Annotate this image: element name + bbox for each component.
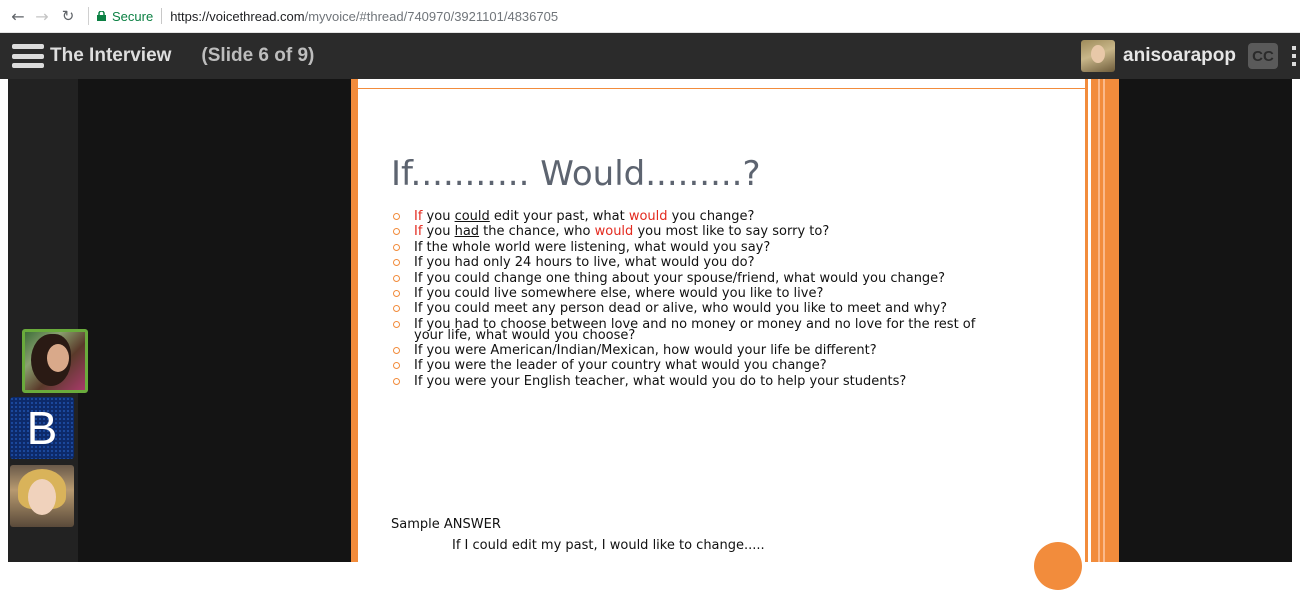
list-item: If you could live somewhere else, where … [391, 286, 1031, 301]
bullet-icon [393, 290, 400, 298]
page-edge [1292, 79, 1300, 562]
slide-left-border [351, 79, 358, 562]
bullet-icon [393, 320, 400, 328]
user-avatar[interactable] [1081, 40, 1116, 72]
app-header: The Interview (Slide 6 of 9) anisoarapop… [0, 33, 1300, 79]
question-text: If you could live somewhere else, where … [414, 286, 824, 302]
bullet-icon [393, 228, 400, 236]
list-item: If you were your English teacher, what w… [391, 374, 1031, 389]
slide-band-stripe [1098, 79, 1100, 562]
question-list: If you could edit your past, what would … [391, 209, 1031, 389]
divider [88, 7, 89, 25]
question-text: you most like to say sorry to? [633, 224, 830, 240]
question-text: the chance, who [479, 224, 595, 240]
more-vertical-icon[interactable] [1292, 46, 1296, 66]
closed-captions-button[interactable]: CC [1248, 43, 1278, 69]
list-item: If you were American/Indian/Mexican, how… [391, 343, 1031, 358]
address-bar[interactable]: https://voicethread.com/myvoice/#thread/… [170, 9, 558, 24]
browser-toolbar: ← → ↻ Secure https://voicethread.com/myv… [0, 0, 1300, 33]
commenter-avatar-3[interactable] [10, 465, 74, 527]
bullet-icon [393, 213, 400, 220]
sample-answer: If I could edit my past, I would like to… [452, 538, 765, 553]
list-item: If you were the leader of your country w… [391, 358, 1031, 373]
bullet-icon [393, 259, 400, 267]
stage: B If........... Would.........? If you c… [0, 79, 1300, 590]
avatar-initial: B [26, 402, 58, 454]
slide-decoration-circle [1034, 542, 1082, 590]
bullet-icon [393, 362, 400, 370]
slide-band-stripe [1103, 79, 1105, 562]
bullet-icon [393, 274, 400, 282]
question-text: If you were American/Indian/Mexican, how… [414, 342, 877, 358]
back-arrow-icon[interactable]: ← [8, 6, 28, 26]
slide-top-border [358, 79, 1085, 89]
bullet-icon [393, 305, 400, 313]
forward-arrow-icon[interactable]: → [32, 6, 52, 26]
url-path: /myvoice/#thread/740970/3921101/4836705 [304, 8, 559, 24]
commenter-avatar-2[interactable]: B [10, 397, 74, 459]
question-text: If you could change one thing about your… [414, 270, 946, 286]
question-text: edit your past, what [489, 209, 629, 224]
reload-icon[interactable]: ↻ [58, 6, 78, 26]
slide-right-border [1085, 79, 1088, 562]
list-item: If you could edit your past, what would … [391, 209, 1031, 224]
question-text: you change? [667, 209, 755, 224]
list-item: If you had the chance, who would you mos… [391, 224, 1031, 239]
list-item: If you had only 24 hours to live, what w… [391, 255, 1031, 270]
question-text: If the whole world were listening, what … [414, 239, 771, 255]
slide-counter: (Slide 6 of 9) [201, 45, 315, 66]
question-text: had [454, 224, 480, 240]
hamburger-menu-icon[interactable] [12, 44, 44, 68]
list-item: If the whole world were listening, what … [391, 240, 1031, 255]
question-text: If you were the leader of your country w… [414, 358, 827, 374]
bullet-icon [393, 243, 400, 251]
slide-right-band [1091, 79, 1119, 562]
sample-label: Sample ANSWER [391, 517, 501, 532]
question-text: your life, what would you choose? [414, 327, 636, 343]
question-text: you [422, 209, 455, 224]
bullet-icon [393, 346, 400, 354]
slide-heading: If........... Would.........? [391, 154, 761, 194]
list-item: If you could meet any person dead or ali… [391, 301, 1031, 316]
question-text: would [594, 224, 634, 240]
slide-canvas: If........... Would.........? If you cou… [351, 79, 1119, 590]
lock-icon [97, 11, 106, 21]
username[interactable]: anisoarapop [1123, 45, 1236, 67]
url-host: https://voicethread.com [170, 8, 305, 24]
question-text: could [454, 209, 490, 224]
thread-title: The Interview [50, 45, 172, 66]
question-text: would [628, 209, 668, 224]
list-item: If you could change one thing about your… [391, 271, 1031, 286]
bullet-icon [393, 377, 400, 385]
secure-label: Secure [112, 8, 154, 24]
page-edge [0, 79, 8, 562]
question-text: If you could meet any person dead or ali… [414, 301, 948, 317]
commenter-avatar-1[interactable] [22, 329, 88, 393]
list-item: If you had to choose between love and no… [391, 317, 1031, 343]
divider [161, 8, 163, 24]
question-text: If you had only 24 hours to live, what w… [414, 255, 755, 271]
question-text: If you were your English teacher, what w… [414, 373, 907, 389]
question-text: you [422, 224, 455, 240]
